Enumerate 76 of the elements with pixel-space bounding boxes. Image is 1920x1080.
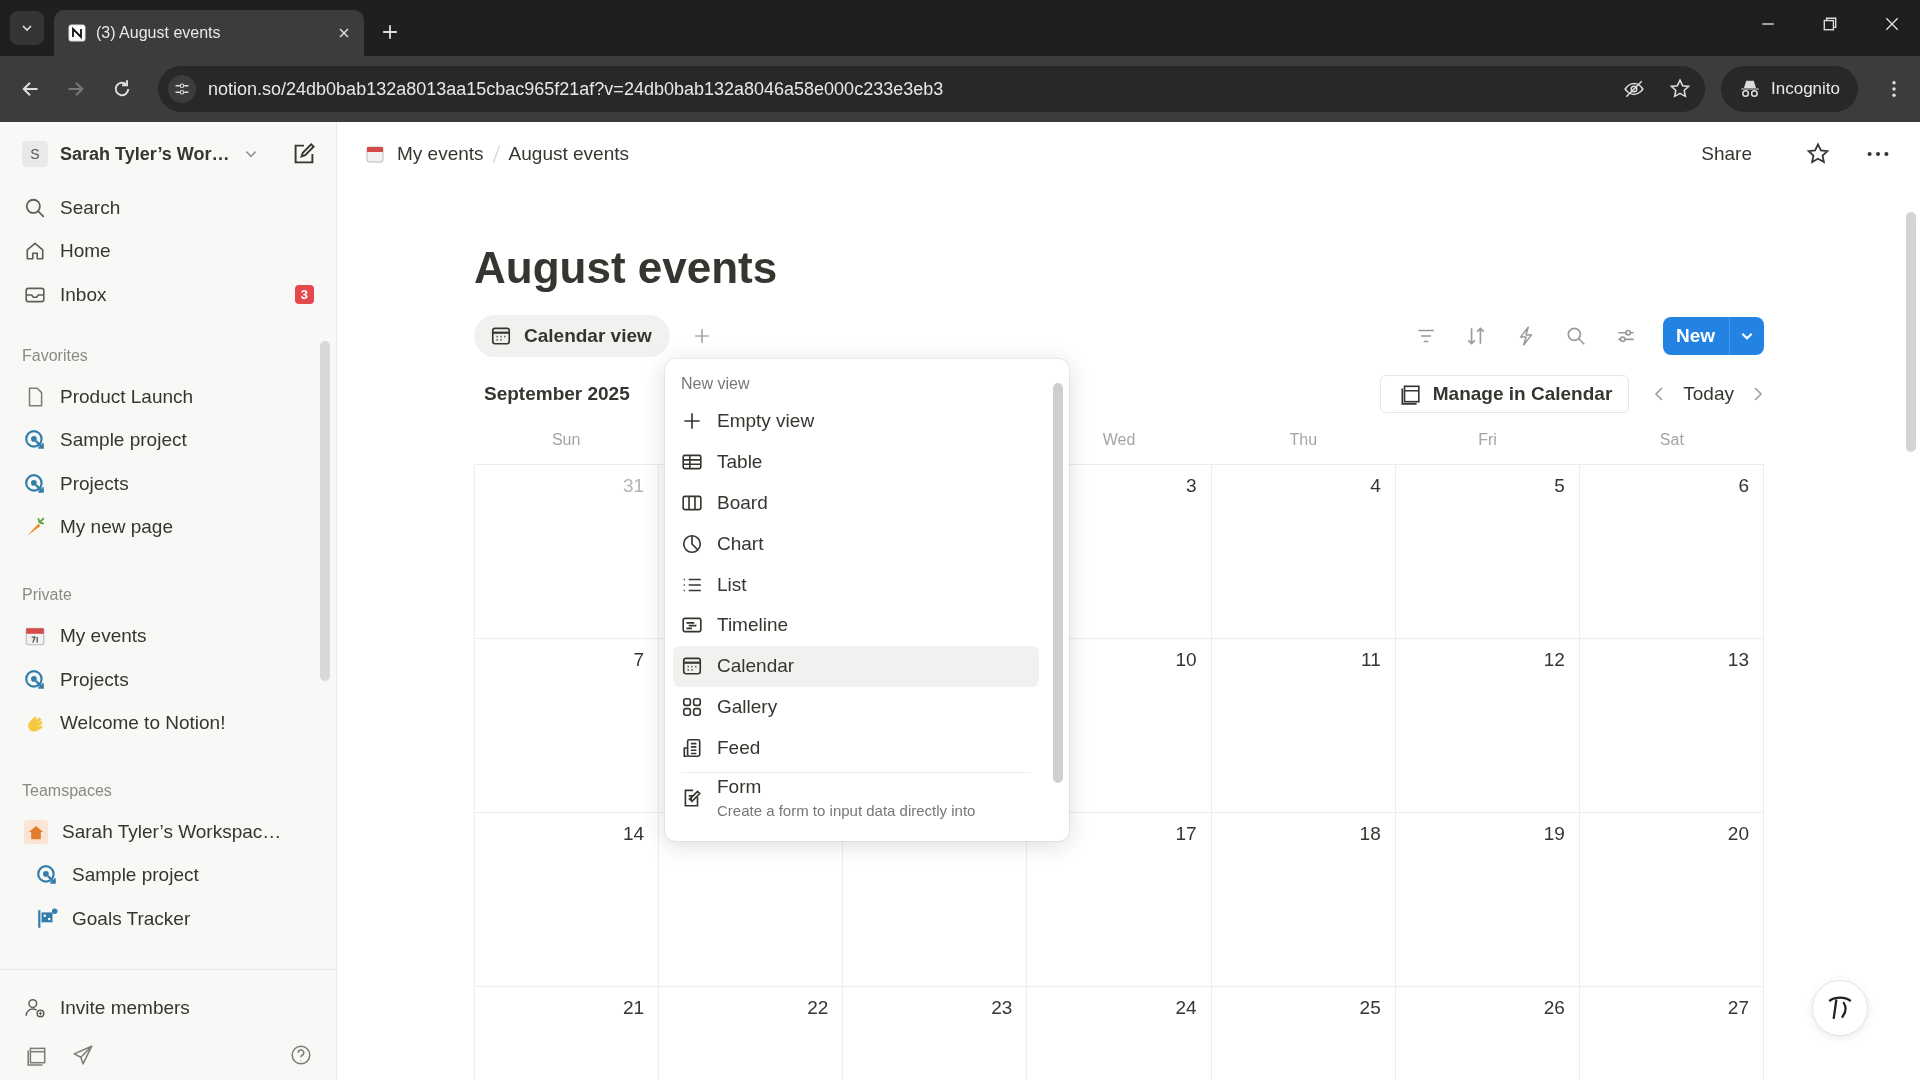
sidebar-item[interactable]: Projects [0,657,336,702]
sidebar-item[interactable]: Inbox 3 [0,273,336,317]
day-number: 31 [623,475,645,497]
weekday-label: Thu [1289,431,1318,448]
day-number: 10 [1175,649,1197,671]
day-cell[interactable]: 11 [1211,639,1396,813]
day-number: 21 [623,997,645,1019]
section-heading: Teamspaces [21,780,113,801]
sidebar-item[interactable]: My events [0,614,336,658]
day-cell[interactable]: 20 [1579,813,1764,987]
section-heading: Favorites [21,346,89,366]
day-number: 27 [1727,997,1749,1019]
day-number: 19 [1543,823,1565,845]
day-cell[interactable]: 5 [1395,465,1580,639]
section-heading: Private [21,585,73,606]
sidebar-item[interactable]: Sample project [0,418,336,462]
menu-item[interactable]: Calendar [673,645,1039,687]
day-cell[interactable]: 18 [1211,813,1396,987]
workspace-switcher[interactable]: Sarah Tyler’s Wor… [60,143,230,165]
day-cell[interactable]: 7 [475,639,660,813]
share-button[interactable]: Share [1701,143,1752,165]
day-number: 3 [1186,475,1197,497]
day-cell[interactable]: 14 [475,813,660,987]
day-number: 12 [1543,649,1565,671]
sidebar-item[interactable]: Product Launch [0,374,336,419]
day-number: 11 [1360,649,1381,671]
unread-count: 3 [294,285,314,305]
day-number: 6 [1738,475,1749,497]
address-field[interactable]: notion.so/24db0bab132a8013aa15cbac965f21af?v=24db0bab132a8046a58e000c233e3eb3 [158,66,1705,112]
today-button[interactable]: Today [1683,383,1734,405]
day-cell[interactable]: 17 [1027,813,1212,987]
workspace-avatar: S [22,141,48,167]
day-number: 14 [623,823,645,845]
sidebar-item[interactable]: Sarah Tyler’s Workspac… [0,809,336,854]
day-cell[interactable]: 13 [1579,639,1764,813]
invite-members-button[interactable]: Invite members [0,986,336,1030]
day-number: 18 [1359,823,1381,845]
menu-item-label: Form [717,776,763,799]
page-title: August events [474,242,779,294]
day-cell[interactable]: 4 [1211,465,1396,639]
breadcrumb-link[interactable]: My events [397,143,484,165]
day-cell[interactable]: 6 [1579,465,1764,639]
breadcrumb-link[interactable]: August events [508,143,629,165]
menu-heading: New view [680,374,751,394]
browser-tab[interactable]: (3) August events [54,10,364,56]
day-number: 13 [1727,649,1749,671]
weekday-label: Fri [1478,431,1497,448]
weekday-label: Wed [1102,431,1136,448]
day-number: 25 [1359,997,1381,1019]
day-number: 22 [807,997,829,1019]
sidebar-item[interactable]: Search [0,186,336,230]
manage-in-calendar-button[interactable]: Manage in Calendar [1379,375,1630,413]
incognito-button[interactable]: Incognito [1721,66,1858,112]
day-number: 24 [1175,997,1197,1019]
sidebar-item[interactable]: Projects [0,461,336,506]
day-number: 5 [1554,475,1565,497]
sidebar-item[interactable]: Home [0,229,336,274]
day-number: 23 [991,997,1013,1019]
tab-title: (3) August events [96,24,222,42]
month-title: September 2025 [484,383,630,405]
sidebar-item[interactable]: Welcome to Notion! [0,701,336,745]
menu-item[interactable]: Empty view [673,401,1039,442]
sidebar-item[interactable]: My new page [0,505,336,550]
sidebar-item[interactable]: Sample project [0,853,336,898]
day-number: 7 [633,649,645,671]
day-cell[interactable]: 19 [1395,813,1580,987]
day-number: 20 [1727,823,1749,845]
view-tab[interactable]: Calendar view [474,315,670,357]
menu-item-description: Create a form to input data directly into [717,802,976,820]
sidebar-item[interactable]: Goals Tracker [0,897,336,941]
day-number: 26 [1543,997,1565,1019]
day-number: 4 [1370,475,1381,497]
weekday-label: Sat [1659,431,1684,448]
day-number: 17 [1175,823,1197,845]
weekday-label: Sun [551,431,581,448]
day-cell[interactable]: 12 [1395,639,1580,813]
